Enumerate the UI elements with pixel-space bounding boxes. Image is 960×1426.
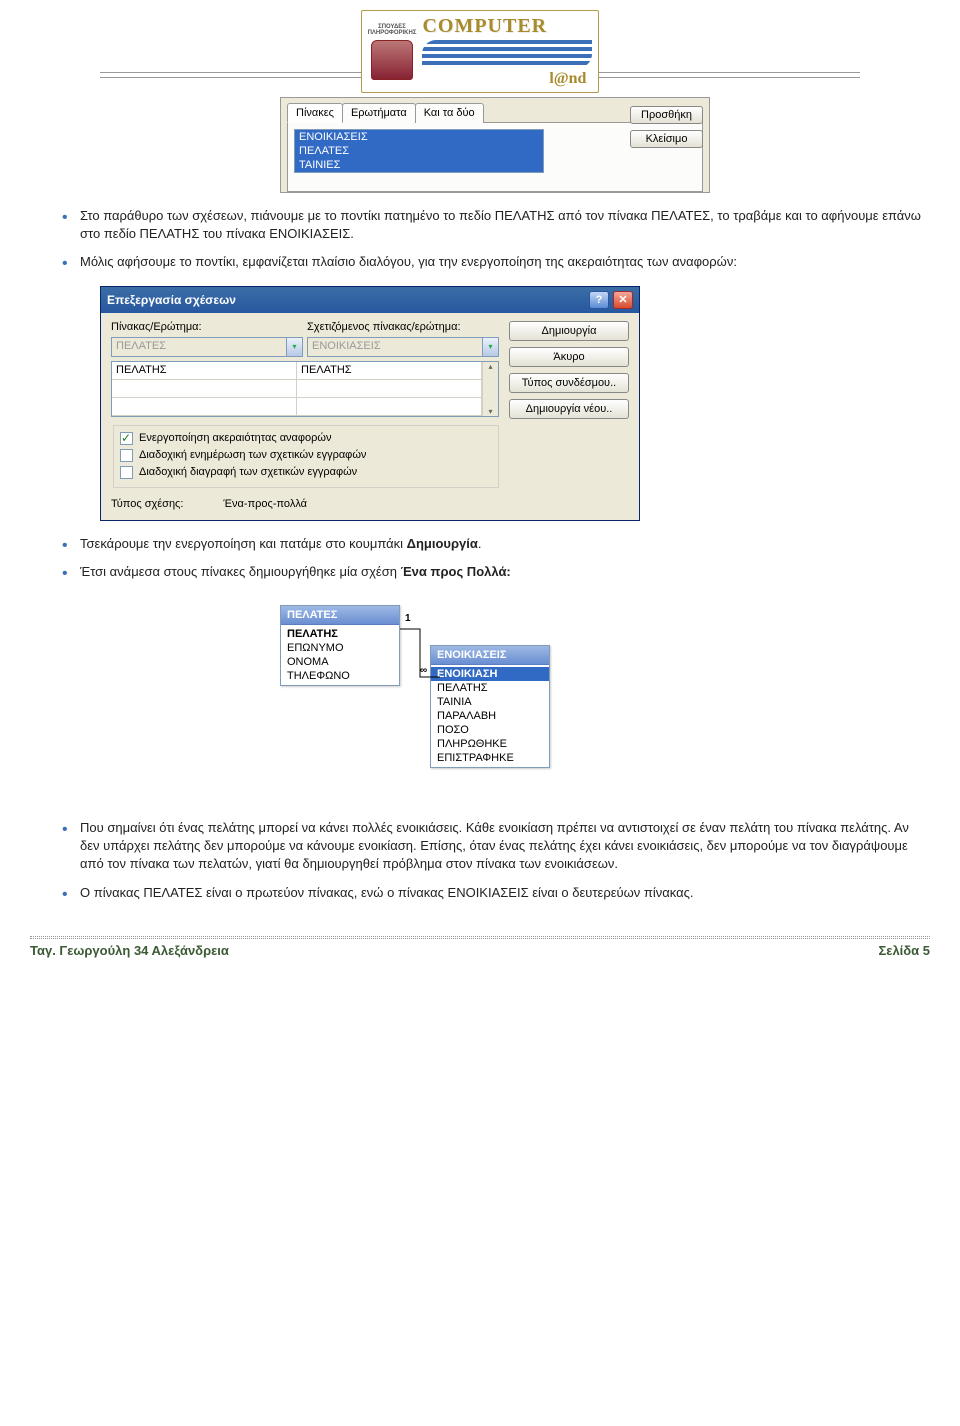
relationship-line-icon <box>400 623 460 693</box>
cardinality-one: 1 <box>405 613 411 624</box>
scrollbar[interactable]: ▴▾ <box>482 362 498 416</box>
table-field[interactable]: ΠΟΣΟ <box>431 723 549 737</box>
table-label: Πίνακας/Ερώτημα: <box>111 321 303 333</box>
close-button[interactable]: Κλείσιμο <box>630 130 703 148</box>
relationship-type-value: Ένα-προς-πολλά <box>223 498 307 510</box>
logo: ΣΠΟΥΔΕΣ ΠΛΗΡΟΦΟΡΙΚΗΣ COMPUTER l@nd <box>361 10 600 93</box>
checkbox-label: Ενεργοποίηση ακεραιότητας αναφορών <box>139 432 332 444</box>
tab-both[interactable]: Και τα δύο <box>415 103 484 123</box>
table-combo[interactable]: ΠΕΛΑΤΕΣ ▾ <box>111 337 303 357</box>
related-combo[interactable]: ΕΝΟΙΚΙΑΣΕΙΣ ▾ <box>307 337 499 357</box>
cardinality-many: ∞ <box>420 665 427 676</box>
bullet-text: Μόλις αφήσουμε το ποντίκι, εμφανίζεται π… <box>80 253 930 271</box>
grid-cell[interactable]: ΠΕΛΑΤΗΣ <box>112 362 297 379</box>
logo-subtitle: l@nd <box>422 70 592 88</box>
page-footer: Ταγ. Γεωργούλη 34 Αλεξάνδρεια Σελίδα 5 <box>0 943 960 958</box>
table-pelates[interactable]: ΠΕΛΑΤΕΣ ΠΕΛΑΤΗΣ ΕΠΩΝΥΜΟ ΟΝΟΜΑ ΤΗΛΕΦΩΝΟ <box>280 605 400 686</box>
grid-cell[interactable]: ΠΕΛΑΤΗΣ <box>297 362 482 379</box>
add-button[interactable]: Προσθήκη <box>630 106 703 124</box>
bullet-text: Έτσι ανάμεσα στους πίνακες δημιουργήθηκε… <box>80 563 930 581</box>
list-item[interactable]: ΕΝΟΙΚΙΑΣΕΙΣ <box>295 130 543 144</box>
edit-relationships-dialog: Επεξεργασία σχέσεων ? ✕ Πίνακας/Ερώτημα:… <box>100 286 640 521</box>
globe-icon <box>371 40 413 80</box>
table-field[interactable]: ΕΠΩΝΥΜΟ <box>281 641 399 655</box>
table-field[interactable]: ΟΝΟΜΑ <box>281 655 399 669</box>
combo-value: ΠΕΛΑΤΕΣ <box>112 338 286 356</box>
logo-title: COMPUTER <box>422 15 592 38</box>
show-table-window: Προσθήκη Κλείσιμο Πίνακες Ερωτήματα Και … <box>280 97 710 193</box>
bullet-text: Ο πίνακας ΠΕΛΑΤΕΣ είναι ο πρωτεύον πίνακ… <box>80 884 930 902</box>
table-field[interactable]: ΕΠΙΣΤΡΑΦΗΚΕ <box>431 751 549 765</box>
page-number: Σελίδα 5 <box>878 943 930 958</box>
footer-rule <box>30 936 930 939</box>
checkbox-label: Διαδοχική διαγραφή των σχετικών εγγραφών <box>139 466 357 478</box>
relationship-diagram: ΠΕΛΑΤΕΣ ΠΕΛΑΤΗΣ ΕΠΩΝΥΜΟ ΟΝΟΜΑ ΤΗΛΕΦΩΝΟ 1… <box>280 605 960 805</box>
help-icon[interactable]: ? <box>589 291 609 309</box>
table-field[interactable]: ΠΛΗΡΩΘΗΚΕ <box>431 737 549 751</box>
join-type-button[interactable]: Τύπος συνδέσμου.. <box>509 373 629 393</box>
combo-value: ΕΝΟΙΚΙΑΣΕΙΣ <box>308 338 482 356</box>
tab-tables[interactable]: Πίνακες <box>287 103 343 123</box>
table-field[interactable]: ΤΗΛΕΦΩΝΟ <box>281 669 399 683</box>
table-field[interactable]: ΠΕΛΑΤΗΣ <box>281 627 399 641</box>
table-field[interactable]: ΠΑΡΑΛΑΒΗ <box>431 709 549 723</box>
list-item[interactable]: ΤΑΙΝΙΕΣ <box>295 158 543 172</box>
checkbox-label: Διαδοχική ενημέρωση των σχετικών εγγραφώ… <box>139 449 366 461</box>
cascade-delete-checkbox[interactable] <box>120 466 133 479</box>
table-field[interactable]: ΤΑΙΝΙΑ <box>431 695 549 709</box>
relationship-type-label: Τύπος σχέσης: <box>111 498 183 510</box>
enforce-integrity-checkbox[interactable] <box>120 432 133 445</box>
field-grid[interactable]: ΠΕΛΑΤΗΣ ΠΕΛΑΤΗΣ ▴▾ <box>111 361 499 417</box>
bullet-text: Τσεκάρουμε την ενεργοποίηση και πατάμε σ… <box>80 535 930 553</box>
chevron-down-icon[interactable]: ▾ <box>482 338 498 356</box>
create-button[interactable]: Δημιουργία <box>509 321 629 341</box>
logo-stripes-icon <box>422 40 592 68</box>
footer-address: Ταγ. Γεωργούλη 34 Αλεξάνδρεια <box>30 943 229 958</box>
bullet-text: Που σημαίνει ότι ένας πελάτης μπορεί να … <box>80 819 930 874</box>
create-new-button[interactable]: Δημιουργία νέου.. <box>509 399 629 419</box>
close-icon[interactable]: ✕ <box>613 291 633 309</box>
logo-badge-2: ΠΛΗΡΟΦΟΡΙΚΗΣ <box>368 30 417 36</box>
table-listbox[interactable]: ΕΝΟΙΚΙΑΣΕΙΣ ΠΕΛΑΤΕΣ ΤΑΙΝΙΕΣ <box>294 129 544 173</box>
cascade-update-checkbox[interactable] <box>120 449 133 462</box>
page-header: ΣΠΟΥΔΕΣ ΠΛΗΡΟΦΟΡΙΚΗΣ COMPUTER l@nd <box>0 0 960 97</box>
bullet-text: Στο παράθυρο των σχέσεων, πιάνουμε με το… <box>80 207 930 243</box>
tab-queries[interactable]: Ερωτήματα <box>342 103 416 123</box>
list-item[interactable]: ΠΕΛΑΤΕΣ <box>295 144 543 158</box>
dialog-titlebar[interactable]: Επεξεργασία σχέσεων ? ✕ <box>101 287 639 313</box>
related-table-label: Σχετιζόμενος πίνακας/ερώτημα: <box>307 321 499 333</box>
cancel-button[interactable]: Άκυρο <box>509 347 629 367</box>
dialog-title: Επεξεργασία σχέσεων <box>107 293 236 307</box>
table-header: ΠΕΛΑΤΕΣ <box>281 606 399 625</box>
chevron-down-icon[interactable]: ▾ <box>286 338 302 356</box>
